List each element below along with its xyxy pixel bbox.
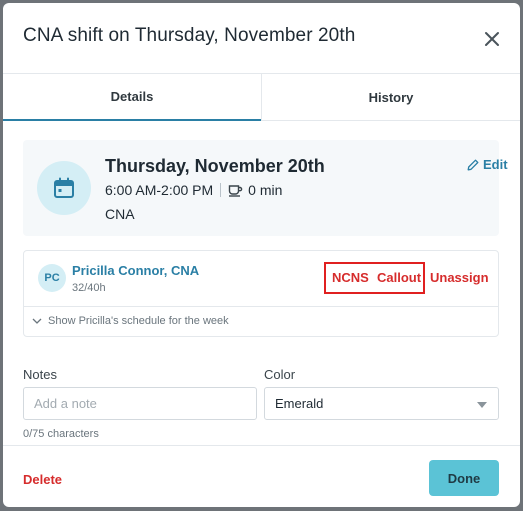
color-label: Color bbox=[264, 367, 296, 382]
done-button[interactable]: Done bbox=[429, 460, 499, 496]
pencil-icon bbox=[467, 159, 479, 171]
callout-button[interactable]: Callout bbox=[377, 270, 421, 285]
edit-button[interactable]: Edit bbox=[467, 157, 508, 172]
break-duration: 0 min bbox=[248, 182, 283, 198]
coffee-cup-icon bbox=[228, 184, 243, 197]
caret-down-icon bbox=[477, 402, 487, 408]
close-icon[interactable] bbox=[481, 28, 503, 50]
shift-date: Thursday, November 20th bbox=[105, 156, 325, 176]
color-select[interactable]: Emerald bbox=[264, 387, 499, 420]
edit-label: Edit bbox=[483, 157, 508, 172]
show-schedule-toggle[interactable]: Show Pricilla's schedule for the week bbox=[32, 315, 229, 327]
notes-input[interactable] bbox=[23, 387, 257, 420]
ncns-button[interactable]: NCNS bbox=[332, 270, 369, 285]
notes-char-count: 0/75 characters bbox=[23, 428, 99, 440]
tab-details[interactable]: Details bbox=[3, 74, 261, 121]
show-schedule-label: Show Pricilla's schedule for the week bbox=[48, 315, 229, 327]
shift-time: 6:00 AM-2:00 PM bbox=[105, 182, 214, 198]
modal-footer: Delete Done bbox=[3, 445, 520, 507]
staff-hours: 32/40h bbox=[72, 282, 106, 294]
modal-header: CNA shift on Thursday, November 20th bbox=[3, 3, 520, 73]
shift-modal: CNA shift on Thursday, November 20th Det… bbox=[3, 3, 520, 507]
unassign-button[interactable]: Unassign bbox=[430, 270, 489, 285]
divider bbox=[220, 183, 222, 197]
tab-bar: Details History bbox=[3, 73, 520, 121]
modal-title: CNA shift on Thursday, November 20th bbox=[23, 25, 356, 46]
color-select-value: Emerald bbox=[275, 396, 324, 411]
shift-summary-card: Thursday, November 20th 6:00 AM-2:00 PM … bbox=[23, 140, 508, 236]
calendar-icon bbox=[37, 161, 91, 215]
delete-button[interactable]: Delete bbox=[23, 472, 62, 487]
assignment-card: PC Pricilla Connor, CNA 32/40h NCNS Call… bbox=[23, 250, 499, 337]
shift-role: CNA bbox=[105, 206, 135, 222]
avatar: PC bbox=[38, 264, 66, 292]
tab-history[interactable]: History bbox=[261, 74, 520, 121]
staff-name-link[interactable]: Pricilla Connor, CNA bbox=[72, 263, 199, 278]
shift-time-row: 6:00 AM-2:00 PM 0 min bbox=[105, 182, 282, 198]
notes-label: Notes bbox=[23, 367, 57, 382]
card-divider bbox=[24, 306, 498, 307]
chevron-down-icon bbox=[32, 318, 42, 325]
